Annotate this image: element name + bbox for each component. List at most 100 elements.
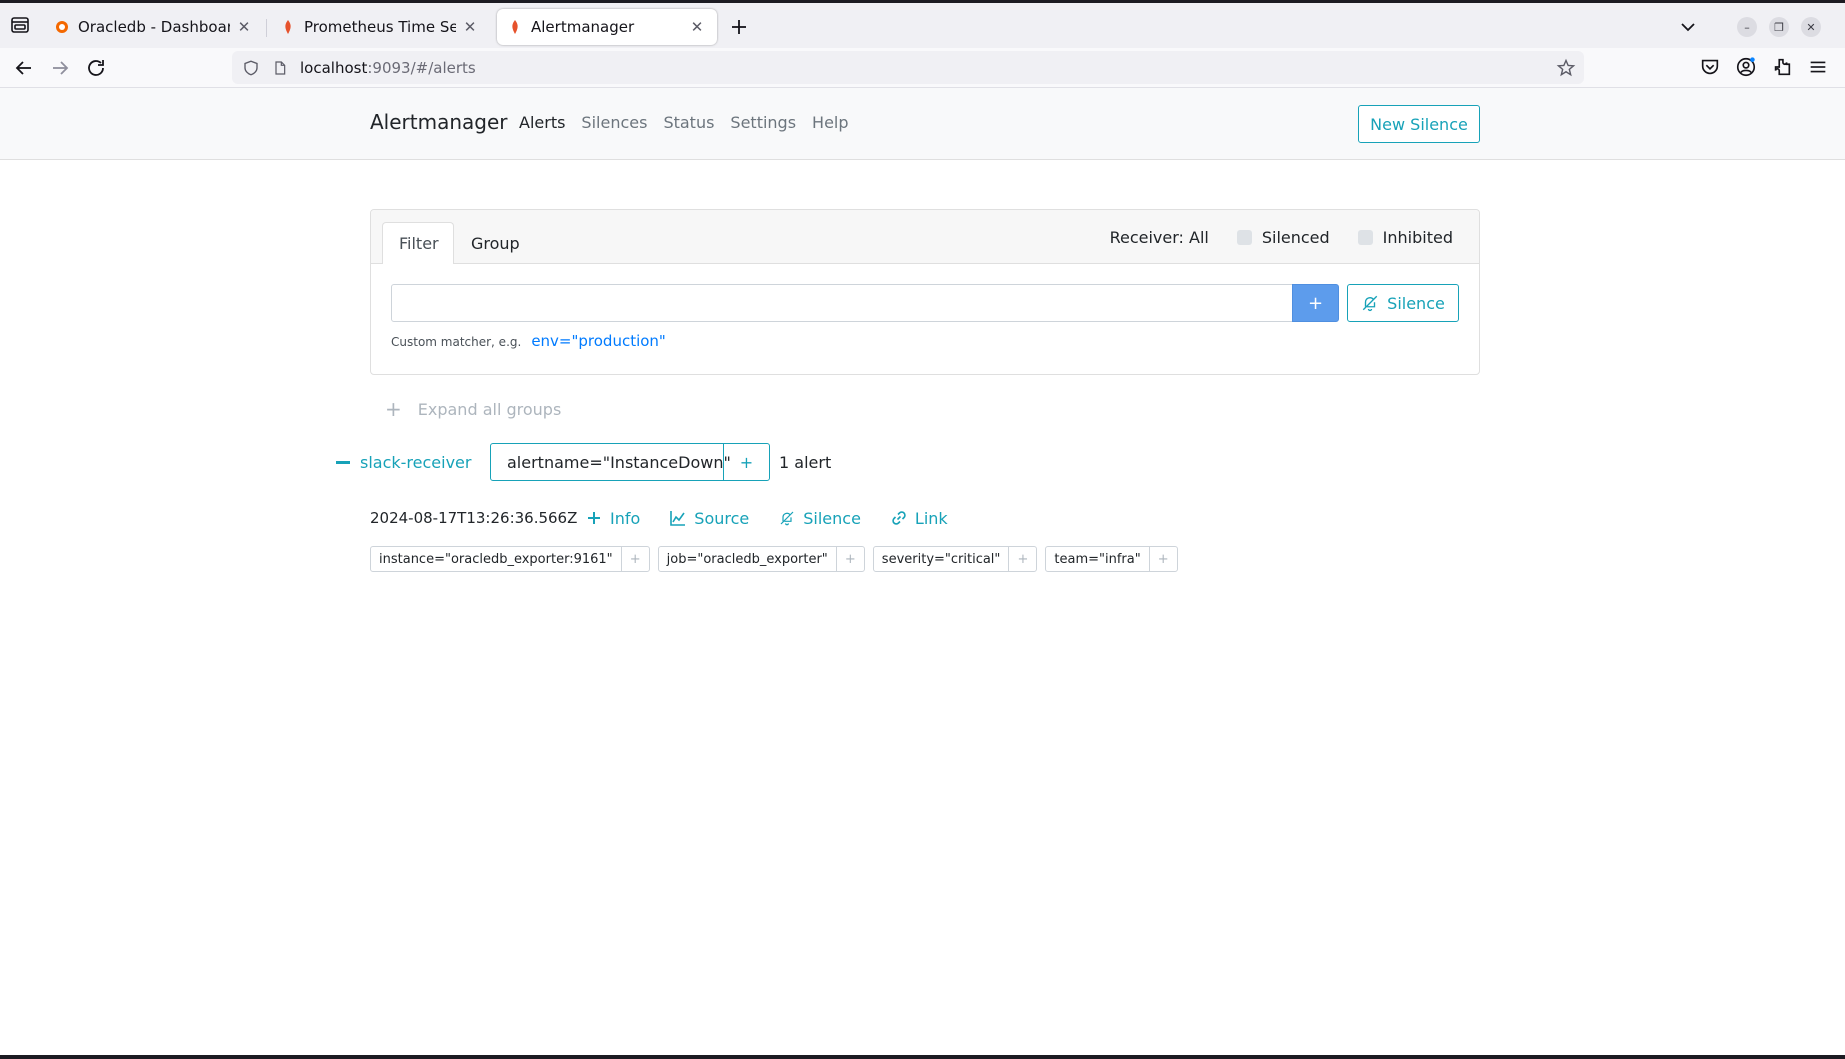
- menu-icon[interactable]: [1807, 56, 1829, 78]
- nav-help[interactable]: Help: [812, 113, 848, 132]
- shield-icon[interactable]: [242, 59, 260, 77]
- minus-icon: [336, 460, 350, 464]
- browser-tab-bar: Oracledb - Dashboards - Grafana ✕ Promet…: [0, 3, 1845, 48]
- alert-labels: instance="oracledb_exporter:9161" + job=…: [370, 546, 1178, 572]
- alert-group-header: slack-receiver alertname="InstanceDown" …: [336, 443, 831, 481]
- expand-all-groups[interactable]: + Expand all groups: [385, 397, 561, 421]
- label-add-button[interactable]: +: [835, 547, 864, 571]
- label-add-button[interactable]: +: [1008, 547, 1036, 571]
- window-bottom-border: [0, 1055, 1845, 1059]
- minimize-icon[interactable]: –: [1737, 17, 1757, 37]
- add-matcher-button[interactable]: +: [1292, 284, 1339, 322]
- link-icon: [892, 511, 906, 525]
- back-icon[interactable]: [12, 56, 36, 80]
- browser-tab-alertmanager[interactable]: Alertmanager ✕: [497, 9, 717, 45]
- nav-settings[interactable]: Settings: [730, 113, 796, 132]
- alert-count: 1 alert: [779, 452, 832, 472]
- bell-slash-icon: [780, 511, 794, 526]
- filter-card: Filter Group Receiver: All Silenced Inhi…: [370, 209, 1480, 375]
- filter-card-header: Filter Group Receiver: All Silenced Inhi…: [371, 210, 1479, 264]
- expand-all-label: Expand all groups: [417, 399, 562, 419]
- extensions-icon[interactable]: [1771, 56, 1793, 78]
- hint-example-link[interactable]: env="production": [531, 332, 666, 350]
- browser-tab-prometheus[interactable]: Prometheus Time Series Collection ✕: [270, 9, 490, 45]
- tab-filter[interactable]: Filter: [382, 222, 454, 264]
- prometheus-icon: [285, 20, 291, 34]
- tab-title: Prometheus Time Series Collection: [304, 18, 456, 36]
- restore-icon[interactable]: ❐: [1769, 17, 1789, 37]
- tab-title: Oracledb - Dashboards - Grafana: [78, 18, 230, 36]
- close-window-icon[interactable]: ✕: [1801, 17, 1821, 37]
- alert-label: job="oracledb_exporter" +: [657, 546, 865, 572]
- tab-separator: [266, 19, 267, 37]
- hint-text: Custom matcher, e.g.: [391, 335, 522, 349]
- new-tab-icon[interactable]: [727, 15, 751, 39]
- reload-icon[interactable]: [84, 56, 108, 80]
- group-label-text[interactable]: alertname="InstanceDown": [491, 444, 731, 480]
- firefox-view-icon[interactable]: [8, 13, 32, 37]
- nav-alerts[interactable]: Alerts: [519, 113, 565, 132]
- checkbox-box[interactable]: [1236, 230, 1252, 245]
- info-label: Info: [610, 508, 641, 528]
- nav-status[interactable]: Status: [663, 113, 714, 132]
- inhibited-label: Inhibited: [1382, 228, 1453, 247]
- silenced-checkbox[interactable]: Silenced: [1236, 228, 1330, 247]
- label-text[interactable]: job="oracledb_exporter": [659, 547, 836, 571]
- account-icon[interactable]: [1735, 56, 1757, 78]
- alert-source-button[interactable]: Source: [670, 509, 749, 528]
- url-bar[interactable]: localhost:9093/#/alerts: [232, 51, 1584, 84]
- forward-icon[interactable]: [48, 56, 72, 80]
- bell-slash-icon: [1362, 295, 1378, 312]
- collapse-group-toggle[interactable]: slack-receiver: [336, 453, 490, 472]
- silence-label: Silence: [1387, 293, 1445, 313]
- source-label: Source: [694, 508, 750, 528]
- browser-tab-grafana[interactable]: Oracledb - Dashboards - Grafana ✕: [44, 9, 264, 45]
- inhibited-checkbox[interactable]: Inhibited: [1357, 228, 1453, 247]
- checkbox-box[interactable]: [1357, 230, 1373, 245]
- label-text[interactable]: severity="critical": [874, 547, 1009, 571]
- matcher-input[interactable]: [391, 284, 1293, 322]
- silenced-label: Silenced: [1261, 228, 1330, 247]
- link-label: Link: [914, 508, 948, 528]
- label-text[interactable]: instance="oracledb_exporter:9161": [371, 547, 621, 571]
- main-nav: Alerts Silences Status Settings Help: [519, 113, 849, 132]
- grafana-icon: [56, 21, 68, 33]
- bookmark-star-icon[interactable]: [1556, 58, 1576, 78]
- group-receiver: slack-receiver: [360, 452, 472, 472]
- alert-timestamp: 2024-08-17T13:26:36.566Z: [370, 509, 578, 527]
- nav-silences[interactable]: Silences: [581, 113, 647, 132]
- alert-label: team="infra" +: [1045, 546, 1178, 572]
- browser-nav-bar: localhost:9093/#/alerts: [0, 48, 1845, 88]
- close-tab-icon[interactable]: ✕: [687, 17, 707, 37]
- close-tab-icon[interactable]: ✕: [460, 17, 480, 37]
- silence-label: Silence: [803, 508, 861, 528]
- filter-options: Receiver: All Silenced Inhibited: [1110, 228, 1453, 247]
- window-controls: – ❐ ✕: [1737, 17, 1845, 37]
- label-add-button[interactable]: +: [620, 547, 649, 571]
- alert-info-button[interactable]: Info: [586, 509, 640, 528]
- matcher-hint: Custom matcher, e.g. env="production": [391, 332, 666, 350]
- close-tab-icon[interactable]: ✕: [234, 17, 254, 37]
- tab-title: Alertmanager: [531, 18, 635, 36]
- url-text: localhost:9093/#/alerts: [300, 58, 476, 77]
- new-silence-button[interactable]: New Silence: [1358, 105, 1480, 143]
- brand-title[interactable]: Alertmanager: [370, 110, 508, 134]
- group-label-add-button[interactable]: +: [724, 444, 769, 480]
- pocket-icon[interactable]: [1699, 56, 1721, 78]
- silence-filter-button[interactable]: Silence: [1347, 284, 1459, 322]
- app-navbar: Alertmanager Alerts Silences Status Sett…: [0, 88, 1845, 160]
- plus-icon: [588, 512, 600, 524]
- list-all-tabs-icon[interactable]: [1676, 15, 1700, 39]
- tab-group[interactable]: Group: [455, 222, 535, 264]
- alert-silence-button[interactable]: Silence: [779, 509, 861, 528]
- alert-label: severity="critical" +: [872, 546, 1038, 572]
- alert-item: 2024-08-17T13:26:36.566Z Info Source Sil…: [370, 508, 978, 528]
- alert-label: instance="oracledb_exporter:9161" +: [370, 546, 650, 572]
- label-add-button[interactable]: +: [1148, 547, 1177, 571]
- label-text[interactable]: team="infra": [1046, 547, 1148, 571]
- alertmanager-icon: [512, 20, 518, 34]
- receiver-selector[interactable]: Receiver: All: [1110, 228, 1209, 247]
- alert-link-button[interactable]: Link: [891, 509, 948, 528]
- toolbar-icons: [1699, 56, 1845, 78]
- page-icon[interactable]: [272, 60, 288, 76]
